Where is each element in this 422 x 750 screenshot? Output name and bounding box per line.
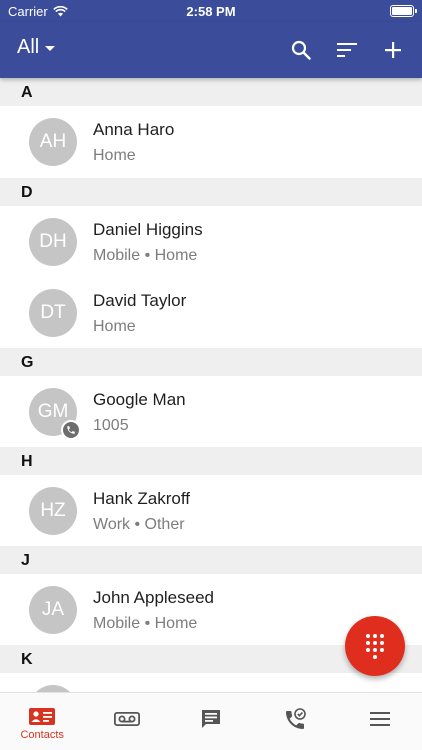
dialpad-button[interactable] [345,616,405,676]
avatar-initials: JA [41,599,65,620]
tab-contacts-label: Contacts [20,729,64,741]
avatar: DT [29,289,77,337]
contact-name: John Appleseed [93,588,214,607]
contact-name: Anna Haro [93,120,175,139]
contact-item[interactable]: AH Anna Haro Home [0,106,422,178]
avatar-initials: GM [37,401,69,422]
search-button[interactable] [288,37,314,63]
contact-name: Hank Zakroff [93,489,191,508]
contact-name: David Taylor [93,291,187,310]
contact-name: Daniel Higgins [93,220,203,239]
avatar: DH [29,218,77,266]
avatar-initials: DH [39,231,67,252]
avatar: AH [29,118,77,166]
section-header-a: A [0,78,422,106]
contact-subtitle: Home [93,318,136,335]
contact-item[interactable]: DH Daniel Higgins Mobile • Home [0,206,422,277]
filter-dropdown[interactable]: All [17,36,56,59]
phone-badge-icon [61,420,81,440]
tab-messages[interactable] [169,693,253,750]
tab-voicemail[interactable] [84,693,168,750]
contact-item[interactable]: DT David Taylor Home [0,277,422,348]
voicemail-icon [113,712,140,726]
call-history-icon [286,708,307,729]
section-header-d: D [0,178,422,206]
contact-subtitle: Mobile • Home [93,247,198,264]
avatar-initials: AH [39,131,67,152]
section-header-j: J [0,546,422,574]
sort-icon [337,43,357,57]
app-bar: All [0,22,422,78]
section-header-g: G [0,348,422,376]
avatar: HZ [29,487,77,535]
dialpad-icon [366,633,384,659]
contact-subtitle: Mobile • Home [93,615,198,632]
contact-subtitle: Work • Other [93,516,185,533]
filter-label: All [17,36,40,58]
tab-bar: Contacts [0,692,422,750]
menu-icon [369,712,390,726]
avatar-initials: DT [40,302,66,323]
sort-button[interactable] [334,37,360,63]
search-icon [291,40,311,60]
section-header-h: H [0,447,422,475]
avatar-initials: HZ [40,500,66,521]
tab-calls[interactable] [253,693,337,750]
avatar: GM [29,388,81,440]
tab-contacts[interactable]: Contacts [0,693,84,750]
tab-menu[interactable] [338,693,422,750]
caret-down-icon [45,46,56,51]
battery-icon [390,5,417,17]
status-bar: Carrier 2:58 PM [0,0,422,22]
contact-subtitle: 1005 [93,417,129,434]
plus-icon [385,42,401,58]
contact-subtitle: Home [93,147,136,164]
contact-item[interactable]: HZ Hank Zakroff Work • Other [0,475,422,546]
status-time: 2:58 PM [186,4,236,19]
contact-name: Google Man [93,390,186,409]
contact-item[interactable]: GM Google Man 1005 [0,376,422,447]
contacts-card-icon [29,708,56,725]
add-contact-button[interactable] [380,37,406,63]
message-icon [202,710,221,728]
avatar: JA [29,586,77,634]
